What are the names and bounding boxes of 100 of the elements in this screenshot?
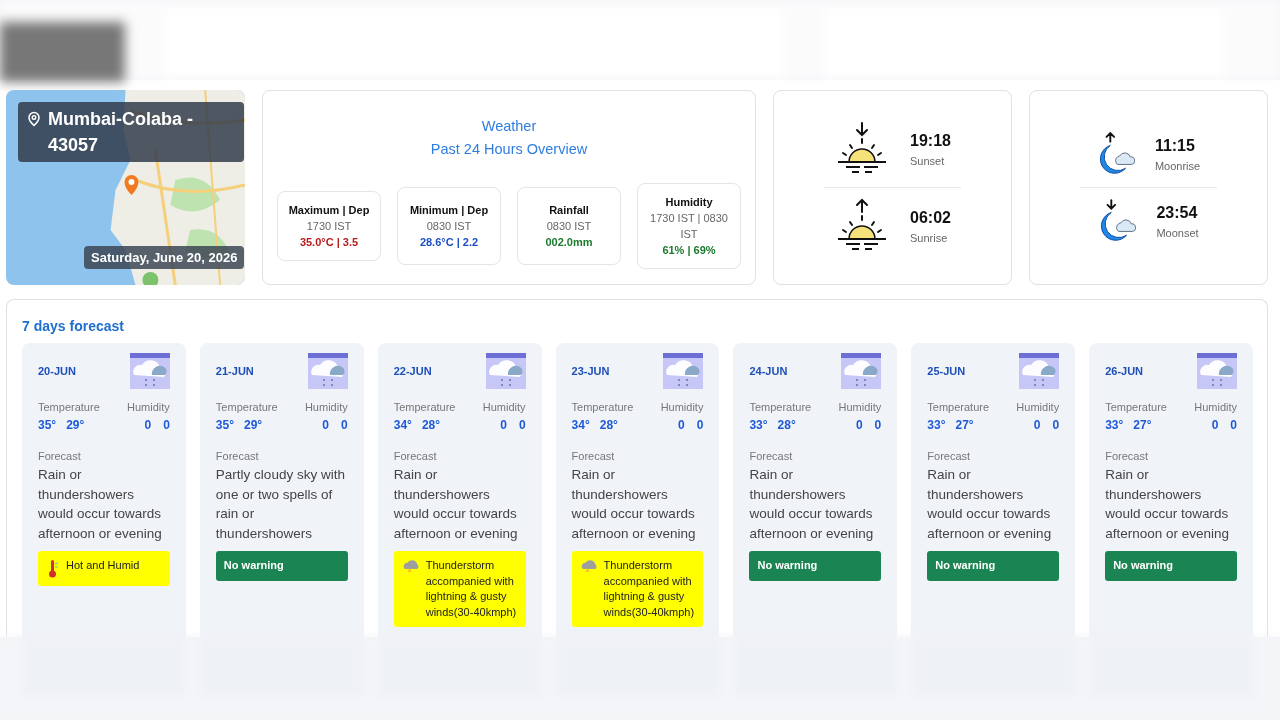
forecast-text: Partly cloudy sky with one or two spells of rain or thundershowers xyxy=(215,466,346,543)
rain-cloud-icon xyxy=(307,353,348,389)
max-temperature: 33° xyxy=(1105,418,1124,432)
warning-text: No warning xyxy=(1113,559,1174,571)
forecast-text: Rain or thundershowers would occur towards afternoon or evening xyxy=(38,466,163,543)
rain-cloud-icon xyxy=(129,353,170,389)
rain-cloud-icon xyxy=(1197,353,1237,389)
location-pin-icon xyxy=(26,111,42,127)
day-date: 22-JUN xyxy=(393,365,432,377)
max-temperature: 35° xyxy=(215,418,234,432)
humidity-value: 0 xyxy=(678,418,685,432)
humidity-value: 0 xyxy=(1230,418,1237,432)
humidity-value: 0 xyxy=(1052,418,1060,432)
warning-text: Thunderstorm accompanied with lightning & gusty winds(30-40kmph) xyxy=(603,558,696,620)
min-temperature: 28° xyxy=(599,418,618,432)
forecast-text: Rain or thundershowers would occur towards afternoon or evening xyxy=(927,466,1053,543)
forecast-label: Forecast xyxy=(393,450,438,462)
day-date: 26-JUN xyxy=(1105,365,1144,377)
warning-text: No warning xyxy=(223,559,284,571)
forecast-label: Forecast xyxy=(1105,450,1149,462)
forecast-label: Forecast xyxy=(927,450,972,462)
min-temperature: 28° xyxy=(421,418,441,432)
day-date: 21-JUN xyxy=(215,365,254,377)
forecast-label: Forecast xyxy=(215,450,260,462)
day-date: 20-JUN xyxy=(38,365,76,377)
humidity-value: 0 xyxy=(322,418,330,432)
storm-cloud-icon xyxy=(579,559,598,572)
stat-label: Rainfall xyxy=(548,203,590,218)
humidity-value: 0 xyxy=(1211,418,1219,432)
temperature-label: Temperature xyxy=(571,401,634,413)
min-temperature: 29° xyxy=(66,418,85,432)
forecast-label: Forecast xyxy=(571,450,616,462)
rain-cloud-icon xyxy=(841,353,882,389)
day-date: 23-JUN xyxy=(571,365,610,377)
min-temperature: 29° xyxy=(244,418,263,432)
humidity-label: Humidity xyxy=(482,401,526,413)
day-date: 24-JUN xyxy=(749,365,788,377)
forecast-label: Forecast xyxy=(38,450,82,462)
humidity-value: 0 xyxy=(163,418,170,432)
time-value: 06:02 xyxy=(910,208,951,227)
stat-value: 002.0mm xyxy=(544,235,594,250)
humidity-label: Humidity xyxy=(660,401,704,413)
stat-time: 1730 IST xyxy=(305,219,353,234)
forecast-text: Rain or thundershowers would occur towards afternoon or evening xyxy=(571,466,697,543)
overview-title: Weather xyxy=(480,117,538,136)
temperature-label: Temperature xyxy=(1105,401,1167,413)
warning-text: Hot and Humid xyxy=(66,558,140,573)
humidity-label: Humidity xyxy=(127,401,170,413)
time-label: Moonrise xyxy=(1154,159,1201,172)
humidity-value: 0 xyxy=(1033,418,1041,432)
humidity-label: Humidity xyxy=(304,401,348,413)
humidity-label: Humidity xyxy=(1194,401,1237,413)
humidity-value: 0 xyxy=(855,418,863,432)
stat-time: 0830 IST xyxy=(545,219,593,234)
thermometer-icon xyxy=(46,559,60,579)
min-temperature: 28° xyxy=(777,418,796,432)
humidity-value: 0 xyxy=(874,418,882,432)
temperature-label: Temperature xyxy=(393,401,456,413)
min-temperature: 27° xyxy=(955,418,974,432)
day-date: 25-JUN xyxy=(927,365,966,377)
forecast-label: Forecast xyxy=(749,450,794,462)
temperature-label: Temperature xyxy=(215,401,278,413)
forecast-text: Rain or thundershowers would occur towards afternoon or evening xyxy=(393,466,519,543)
warning-text: No warning xyxy=(935,559,996,571)
stat-time: 0830 IST xyxy=(425,219,473,234)
warning-text: No warning xyxy=(757,559,818,571)
max-temperature: 34° xyxy=(571,418,590,432)
moonset-icon xyxy=(1098,198,1137,244)
stat-time: 1730 IST | 0830 IST xyxy=(649,211,729,242)
rain-cloud-icon xyxy=(663,353,704,389)
rain-cloud-icon xyxy=(485,353,526,389)
stat-label: Minimum | Dep xyxy=(408,203,490,218)
time-value: 19:18 xyxy=(910,131,951,150)
temperature-label: Temperature xyxy=(927,401,990,413)
temperature-label: Temperature xyxy=(749,401,812,413)
overview-subtitle: Past 24 Hours Overview xyxy=(429,140,589,159)
max-temperature: 34° xyxy=(393,418,412,432)
forecast-text: Rain or thundershowers would occur towards afternoon or evening xyxy=(1105,466,1230,543)
stat-value: 28.6°C | 2.2 xyxy=(418,235,480,250)
rain-cloud-icon xyxy=(1019,353,1060,389)
max-temperature: 33° xyxy=(749,418,768,432)
date-badge: Saturday, June 20, 2026 xyxy=(84,246,245,269)
humidity-value: 0 xyxy=(341,418,348,432)
stat-value: 61% | 69% xyxy=(661,243,717,258)
humidity-label: Humidity xyxy=(838,401,882,413)
warning-text: Thunderstorm accompanied with lightning & gusty winds(30-40kmph) xyxy=(425,558,518,620)
max-temperature: 35° xyxy=(38,418,57,432)
humidity-value: 0 xyxy=(696,418,704,432)
location-name: Mumbai-Colaba - 43057 xyxy=(48,108,194,157)
humidity-value: 0 xyxy=(500,418,507,432)
stat-value: 35.0°C | 3.5 xyxy=(298,235,360,250)
storm-cloud-icon xyxy=(401,559,420,572)
forecast-text: Rain or thundershowers would occur towards afternoon or evening xyxy=(749,466,875,543)
humidity-value: 0 xyxy=(518,418,526,432)
min-temperature: 27° xyxy=(1133,418,1152,432)
time-label: Sunrise xyxy=(910,231,949,244)
time-value: 11:15 xyxy=(1154,136,1196,155)
time-label: Moonset xyxy=(1156,226,1199,239)
time-label: Sunset xyxy=(910,154,946,167)
forecast-title: 7 days forecast xyxy=(22,318,125,334)
